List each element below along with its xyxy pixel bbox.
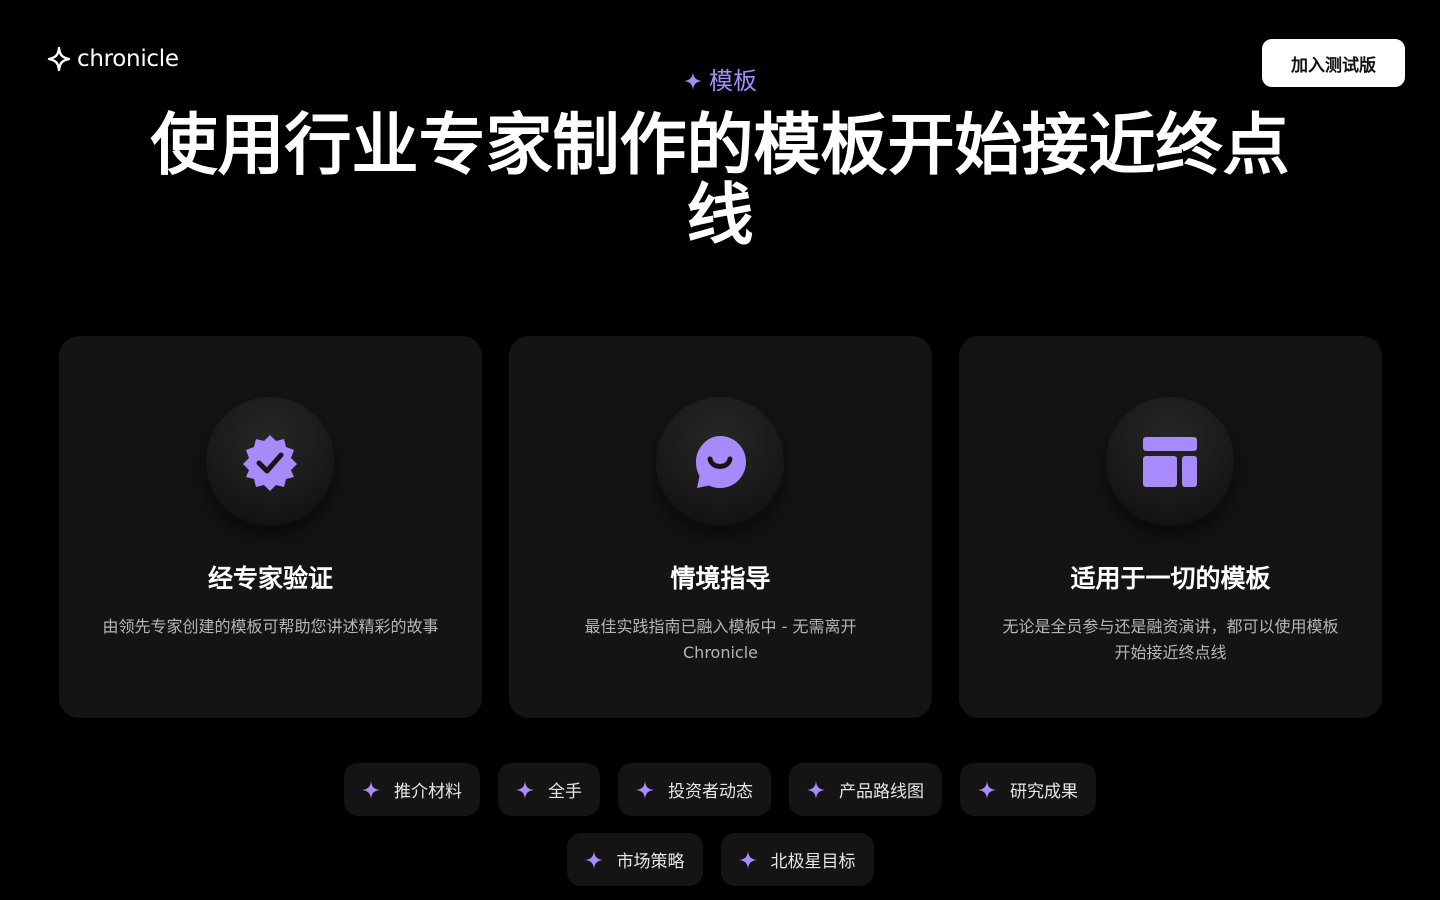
card-description: 由领先专家创建的模板可帮助您讲述精彩的故事: [102, 617, 439, 636]
tag-label: 研究成果: [1010, 782, 1078, 802]
card-title: 经专家验证: [207, 564, 333, 593]
sparkle-icon: [516, 780, 534, 799]
tag-label: 投资者动态: [668, 782, 753, 802]
icon-circle: [206, 398, 334, 526]
sparkle-icon: [978, 780, 996, 799]
sparkle-icon: [738, 850, 757, 869]
page: chronicle 加入测试版 模板 使用行业专家制作的模板开始接近终点线 经专…: [0, 0, 1440, 900]
icon-circle: [1106, 398, 1234, 526]
card-title: 适用于一切的模板: [1070, 564, 1271, 593]
tag-research-findings[interactable]: 研究成果: [960, 763, 1096, 816]
tag-row: 推介材料 全手 投资者动态 产品路线图 研究成果: [344, 763, 1096, 816]
tag-product-roadmap[interactable]: 产品路线图: [789, 763, 942, 816]
layout-template-icon: [1143, 437, 1197, 487]
tag-label: 产品路线图: [839, 782, 924, 802]
template-tags: 推介材料 全手 投资者动态 产品路线图 研究成果 市场策略 北极星目标: [0, 763, 1440, 886]
hero-title: 使用行业专家制作的模板开始接近终点线: [150, 106, 1290, 254]
tag-north-star[interactable]: 北极星目标: [720, 833, 874, 886]
eyebrow-label: 模板: [709, 67, 757, 95]
sparkle-icon: [684, 72, 702, 90]
sparkle-icon: [636, 780, 654, 799]
tag-label: 推介材料: [394, 782, 462, 802]
tag-pitch-deck[interactable]: 推介材料: [344, 763, 480, 816]
sparkle-icon: [362, 780, 380, 799]
chat-smile-icon: [696, 436, 746, 488]
card-title: 情境指导: [670, 564, 771, 593]
tag-all-hands[interactable]: 全手: [498, 763, 600, 816]
tag-label: 市场策略: [616, 852, 685, 872]
tag-row: 市场策略 北极星目标: [566, 833, 874, 886]
card-description: 最佳实践指南已融入模板中 - 无需离开 Chronicle: [584, 617, 857, 662]
sparkle-icon: [807, 780, 825, 799]
feature-card: 经专家验证 由领先专家创建的模板可帮助您讲述精彩的故事: [59, 336, 482, 718]
tag-label: 全手: [548, 782, 582, 802]
feature-card: 适用于一切的模板 无论是全员参与还是融资演讲，都可以使用模板开始接近终点线: [959, 336, 1382, 718]
tag-go-to-market[interactable]: 市场策略: [566, 833, 703, 886]
sparkle-icon: [584, 850, 603, 869]
section-eyebrow: 模板: [0, 64, 1440, 98]
tag-investor-update[interactable]: 投资者动态: [618, 763, 771, 816]
tag-label: 北极星目标: [770, 852, 856, 872]
feature-cards: 经专家验证 由领先专家创建的模板可帮助您讲述精彩的故事 情境指导 最佳实践指南已…: [59, 336, 1382, 718]
card-description: 无论是全员参与还是融资演讲，都可以使用模板开始接近终点线: [1002, 617, 1339, 662]
verified-badge-icon: [243, 435, 297, 491]
feature-card: 情境指导 最佳实践指南已融入模板中 - 无需离开 Chronicle: [509, 336, 932, 718]
icon-circle: [656, 398, 784, 526]
